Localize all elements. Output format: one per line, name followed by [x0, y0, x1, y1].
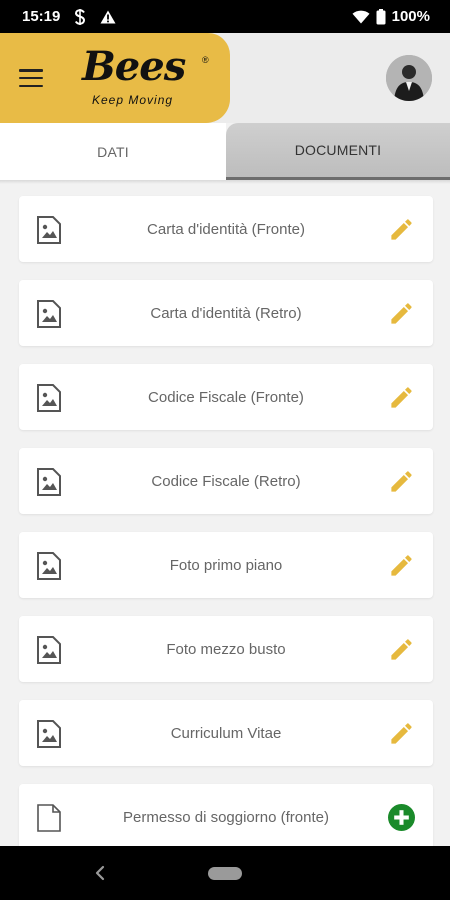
hamburger-menu-icon[interactable]: [19, 69, 43, 87]
document-label: Curriculum Vitae: [170, 724, 282, 742]
status-time: 15:19: [22, 8, 61, 25]
list-item[interactable]: Carta d'identità (Retro): [19, 280, 433, 346]
image-file-icon: [37, 384, 61, 412]
menu-line: [19, 69, 43, 72]
menu-line: [19, 84, 43, 87]
menu-line: [19, 76, 43, 80]
blank-file-icon: [37, 804, 61, 832]
avatar[interactable]: [386, 55, 432, 101]
document-label: Codice Fiscale (Retro): [151, 472, 301, 490]
document-list: Carta d'identità (Fronte) Carta d'identi…: [19, 196, 433, 868]
edit-pencil-icon[interactable]: [388, 720, 415, 747]
image-file-icon: [37, 636, 61, 664]
app-header: Bees ® Keep Moving: [0, 33, 450, 123]
home-pill[interactable]: [208, 867, 242, 880]
bees-logo: Bees ® Keep Moving: [82, 43, 212, 113]
battery-percent: 100%: [391, 8, 430, 25]
status-right: 100%: [352, 8, 430, 25]
avatar-person-icon: [386, 55, 432, 101]
add-plus-icon[interactable]: [388, 804, 415, 831]
image-file-icon: [37, 468, 61, 496]
list-item[interactable]: Curriculum Vitae: [19, 700, 433, 766]
tab-shadow: [0, 180, 450, 184]
edit-pencil-icon[interactable]: [388, 300, 415, 327]
image-file-icon: [37, 552, 61, 580]
status-left: 15:19: [22, 8, 116, 25]
edit-pencil-icon[interactable]: [388, 552, 415, 579]
logo-tagline: Keep Moving: [92, 93, 174, 107]
battery-icon: [376, 8, 386, 25]
app-screen: 15:19 100% Bees ® Keep Moving DATI DOCUM…: [0, 0, 450, 900]
logo-text: Bees: [82, 43, 186, 90]
document-label: Permesso di soggiorno (fronte): [123, 808, 329, 826]
edit-pencil-icon[interactable]: [388, 468, 415, 495]
list-item[interactable]: Permesso di soggiorno (fronte): [19, 784, 433, 850]
list-item[interactable]: Codice Fiscale (Fronte): [19, 364, 433, 430]
list-item[interactable]: Foto primo piano: [19, 532, 433, 598]
logo-registered-mark: ®: [202, 55, 209, 65]
wifi-icon: [352, 10, 370, 24]
status-bar: 15:19 100%: [0, 0, 450, 33]
image-file-icon: [37, 216, 61, 244]
back-chevron-icon[interactable]: [92, 864, 108, 882]
tab-bar: DATI DOCUMENTI: [0, 123, 450, 180]
image-file-icon: [37, 300, 61, 328]
tab-dati[interactable]: DATI: [0, 123, 226, 180]
document-label: Carta d'identità (Retro): [150, 304, 302, 322]
document-label: Foto primo piano: [169, 556, 283, 574]
edit-pencil-icon[interactable]: [388, 216, 415, 243]
document-label: Codice Fiscale (Fronte): [148, 388, 304, 406]
tab-documenti[interactable]: DOCUMENTI: [226, 123, 450, 180]
s-notification-icon: [74, 8, 86, 25]
warning-icon: [100, 10, 116, 24]
list-item[interactable]: Carta d'identità (Fronte): [19, 196, 433, 262]
image-file-icon: [37, 720, 61, 748]
edit-pencil-icon[interactable]: [388, 636, 415, 663]
list-item[interactable]: Codice Fiscale (Retro): [19, 448, 433, 514]
list-item[interactable]: Foto mezzo busto: [19, 616, 433, 682]
edit-pencil-icon[interactable]: [388, 384, 415, 411]
system-nav-bar: [0, 846, 450, 900]
brand-block: Bees ® Keep Moving: [0, 33, 230, 123]
document-label: Carta d'identità (Fronte): [147, 220, 305, 238]
document-label: Foto mezzo busto: [166, 640, 286, 658]
